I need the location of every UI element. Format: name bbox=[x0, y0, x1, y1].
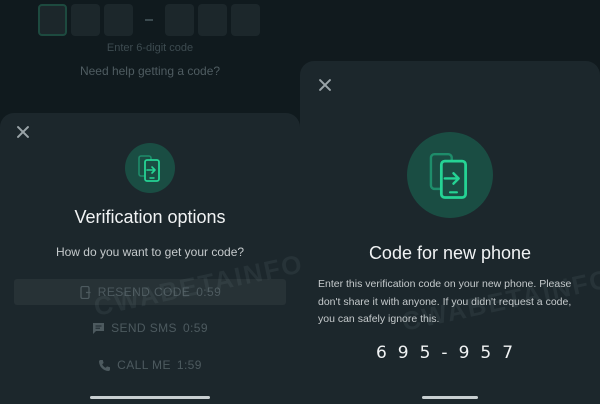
code-digit-box[interactable] bbox=[104, 4, 133, 36]
phone-resend-icon bbox=[79, 285, 92, 299]
phone-transfer-icon bbox=[125, 143, 175, 193]
code-digit-box[interactable] bbox=[71, 4, 100, 36]
send-sms-timer: 0:59 bbox=[182, 321, 208, 335]
phone-transfer-icon bbox=[407, 132, 493, 218]
call-me-label: CALL ME bbox=[117, 358, 171, 372]
phone-call-icon bbox=[98, 359, 111, 372]
code-digit-box[interactable] bbox=[38, 4, 67, 36]
code-digit-box[interactable] bbox=[165, 4, 194, 36]
verification-options-sheet: Verification options How do you want to … bbox=[0, 113, 300, 404]
help-link[interactable]: Need help getting a code? bbox=[0, 64, 300, 78]
close-icon[interactable] bbox=[16, 125, 30, 139]
sheet-subtitle: How do you want to get your code? bbox=[55, 245, 245, 259]
verification-code: 695-957 bbox=[375, 343, 525, 363]
code-entry-boxes[interactable] bbox=[38, 4, 260, 36]
code-digit-box[interactable] bbox=[231, 4, 260, 36]
call-me-timer: 1:59 bbox=[176, 358, 202, 372]
instructions-text: Enter this verification code on your new… bbox=[318, 278, 572, 325]
new-phone-code-sheet: Code for new phone Enter this verificati… bbox=[300, 61, 600, 404]
code-digit-box[interactable] bbox=[198, 4, 227, 36]
resend-code-option[interactable]: RESEND CODE 0:59 bbox=[14, 279, 286, 305]
code-hint: Enter 6-digit code bbox=[106, 42, 194, 54]
resend-code-timer: 0:59 bbox=[196, 285, 222, 299]
call-me-option[interactable]: CALL ME 1:59 bbox=[14, 352, 286, 378]
home-indicator[interactable] bbox=[422, 396, 478, 399]
resend-code-label: RESEND CODE bbox=[97, 285, 191, 299]
home-indicator[interactable] bbox=[90, 396, 210, 399]
close-icon[interactable] bbox=[318, 78, 332, 92]
sheet-title: Code for new phone bbox=[368, 243, 532, 263]
sheet-title: Verification options bbox=[74, 207, 226, 227]
code-separator bbox=[145, 19, 153, 21]
screen: Enter 6-digit code Need help getting a c… bbox=[0, 0, 600, 404]
message-icon bbox=[92, 322, 105, 335]
send-sms-option[interactable]: SEND SMS 0:59 bbox=[14, 315, 286, 341]
send-sms-label: SEND SMS bbox=[111, 321, 177, 335]
